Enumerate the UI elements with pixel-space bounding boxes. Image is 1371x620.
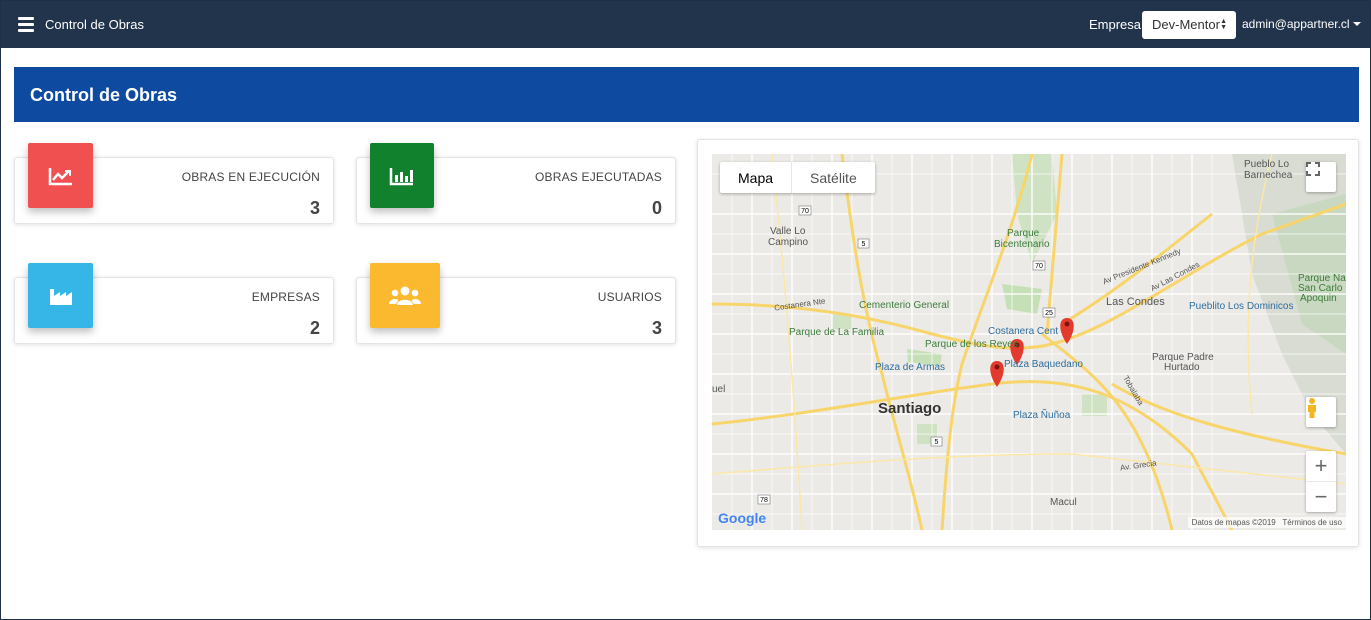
card-label: USUARIOS (597, 290, 662, 304)
empresa-label: Empresa (1089, 17, 1142, 32)
card-obras-en-ejecucion: OBRAS EN EJECUCIÓN 3 (14, 143, 334, 224)
map-type-satelite-button[interactable]: Satélite (792, 162, 875, 193)
card-label: EMPRESAS (251, 290, 320, 304)
page-title: Control de Obras (30, 85, 178, 105)
card-obras-ejecutadas: OBRAS EJECUTADAS 0 (356, 143, 676, 224)
map-label: Plaza Baquedano (1004, 359, 1083, 370)
route-shield-70: 70 (801, 208, 809, 215)
map-label: Valle Lo (770, 226, 806, 237)
route-shield-70: 70 (1035, 263, 1043, 270)
map-label: Parque (1007, 228, 1040, 239)
card-empresas: EMPRESAS 2 (14, 263, 334, 344)
map-type-toggle: Mapa Satélite (720, 162, 875, 193)
card-label: OBRAS EN EJECUCIÓN (181, 170, 320, 184)
zoom-in-icon[interactable]: + (1306, 452, 1336, 482)
map-label: Plaza de Armas (875, 362, 946, 373)
user-email: admin@appartner.cl (1242, 17, 1350, 31)
google-logo: Google (718, 510, 766, 526)
user-menu[interactable]: admin@appartner.cl (1242, 17, 1361, 31)
map-label: Apoquin (1300, 293, 1337, 304)
users-icon (370, 263, 440, 328)
terms-link[interactable]: Términos de uso (1282, 518, 1342, 527)
map-label: Parque de La Familia (789, 327, 885, 338)
line-chart-icon (28, 143, 93, 208)
card-value: 3 (651, 318, 662, 338)
map-label: Macul (1050, 497, 1077, 508)
fullscreen-icon[interactable] (1306, 162, 1336, 192)
map-label: Barnechea (1244, 170, 1293, 181)
page-header: Control de Obras (14, 67, 1359, 122)
map-label: Plaza Ñuñoa (1013, 410, 1071, 421)
map-label: Las Condes (1106, 296, 1165, 308)
empresa-select[interactable]: Dev-Mentor ▲ ▼ (1142, 11, 1236, 39)
map-label: Campino (768, 237, 809, 248)
map-label: Santiago (878, 400, 942, 417)
bar-chart-icon (370, 143, 434, 208)
factory-icon (28, 263, 93, 328)
map-canvas: 70 5 70 5 78 25 (712, 154, 1346, 530)
google-logo-text: Google (718, 510, 767, 526)
route-shield-78: 78 (760, 497, 768, 504)
top-navbar: Control de Obras Empresa Dev-Mentor ▲ ▼ a… (1, 1, 1370, 48)
map-label: uel (712, 384, 726, 395)
map-label: Bicentenario (994, 239, 1050, 250)
map-label: Hurtado (1164, 362, 1200, 373)
hamburger-menu-icon[interactable] (18, 17, 34, 32)
google-map[interactable]: 70 5 70 5 78 25 Pueblo Lo Barnechea Vall… (712, 154, 1346, 530)
zoom-control: + − (1306, 451, 1336, 512)
route-shield-25: 25 (1045, 310, 1053, 317)
card-value: 3 (309, 198, 320, 218)
map-attribution: Datos de mapas ©2019 Términos de uso (1187, 517, 1346, 528)
street-view-pegman-icon[interactable] (1306, 397, 1336, 427)
map-label: Costanera Cent (988, 326, 1059, 337)
card-value: 2 (309, 318, 320, 338)
select-arrows-icon: ▲ ▼ (1220, 18, 1227, 31)
map-data-credit: Datos de mapas ©2019 (1191, 518, 1276, 527)
map-type-mapa-button[interactable]: Mapa (720, 162, 793, 193)
zoom-out-icon[interactable]: − (1306, 482, 1336, 512)
map-label: Pueblo Lo (1244, 159, 1290, 170)
card-label: OBRAS EJECUTADAS (534, 170, 662, 184)
card-usuarios: USUARIOS 3 (356, 263, 676, 344)
empresa-selected-value: Dev-Mentor (1152, 17, 1220, 32)
map-label: Cementerio General (859, 300, 950, 311)
route-shield-5: 5 (935, 439, 939, 446)
route-shield-5: 5 (862, 241, 866, 248)
caret-down-icon (1352, 22, 1361, 26)
app-title[interactable]: Control de Obras (45, 17, 144, 32)
map-label: Pueblito Los Dominicos (1189, 301, 1294, 312)
map-panel: 70 5 70 5 78 25 Pueblo Lo Barnechea Vall… (697, 139, 1359, 547)
card-value: 0 (651, 198, 662, 218)
map-label: Parque de los Reyes (925, 339, 1018, 350)
